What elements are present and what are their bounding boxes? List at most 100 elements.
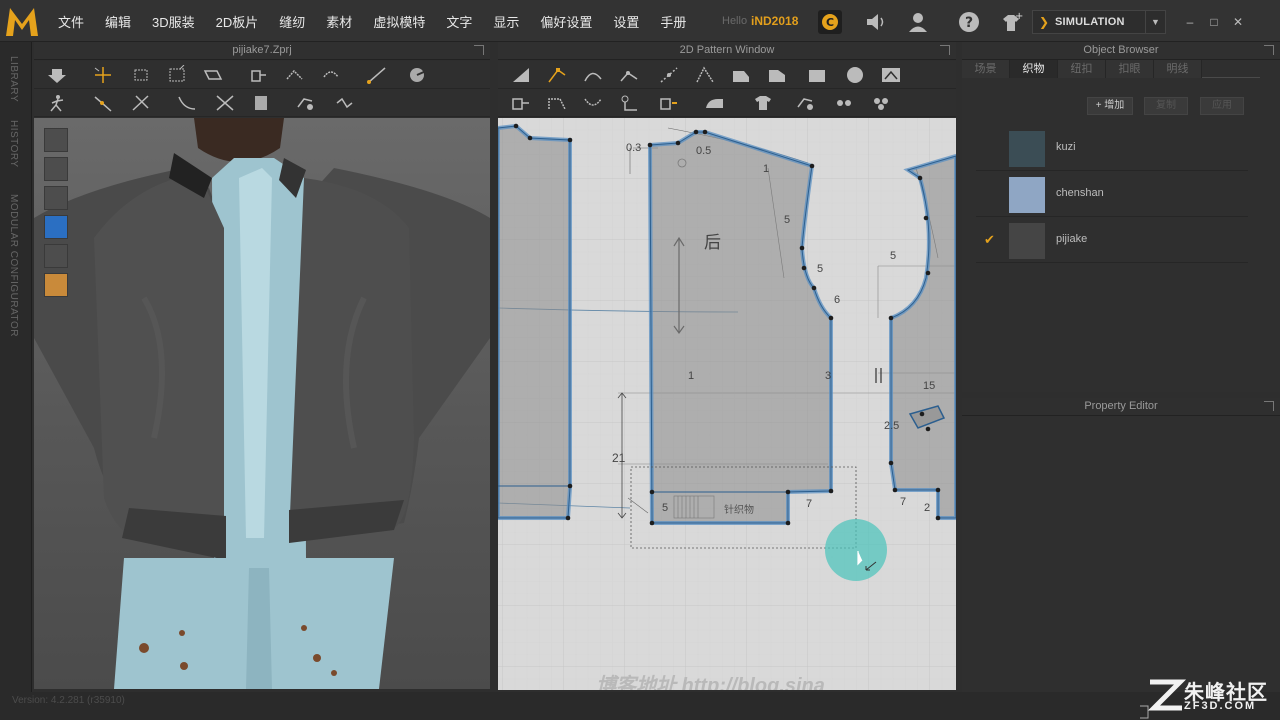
add-garment-icon[interactable]: +	[998, 9, 1024, 35]
maximize-panel-icon[interactable]	[1264, 45, 1274, 55]
pleat-icon[interactable]	[582, 93, 604, 113]
seam-allowance-icon[interactable]	[510, 93, 532, 113]
transform-pattern-icon[interactable]	[510, 65, 532, 85]
edit-curve-icon[interactable]	[176, 93, 198, 113]
pattern-label: 5	[784, 214, 791, 226]
maximize-panel-icon[interactable]	[940, 45, 950, 55]
object-browser-title: Object Browser	[1083, 44, 1159, 56]
menu-text[interactable]: 文字	[446, 12, 472, 31]
close-icon[interactable]: ✕	[1232, 16, 1244, 28]
hide-avatar-icon[interactable]	[44, 244, 68, 268]
buttonhole-icon[interactable]	[834, 93, 856, 113]
tab-topstitch[interactable]: 明线	[1154, 60, 1202, 78]
tab-scene[interactable]: 场景	[962, 60, 1010, 78]
viewport-3d[interactable]	[34, 118, 490, 689]
menu-settings[interactable]: 设置	[613, 12, 639, 31]
add-fabric-button[interactable]: + 增加	[1087, 97, 1133, 115]
tab-fabric[interactable]: 织物	[1010, 60, 1058, 78]
dart-icon[interactable]	[546, 93, 568, 113]
username[interactable]: iND2018	[751, 14, 798, 28]
menu-3d-garment[interactable]: 3D服装	[152, 12, 195, 31]
fold-icon[interactable]	[202, 65, 224, 85]
menu-manual[interactable]: 手册	[660, 12, 686, 31]
button-pattern-icon[interactable]	[794, 93, 816, 113]
pattern-label: 15	[923, 380, 936, 392]
chevron-down-icon[interactable]: ▼	[1145, 11, 1165, 33]
show-avatar-icon[interactable]	[44, 186, 68, 210]
select-move-icon[interactable]	[92, 65, 114, 85]
pattern-label: 2.5	[884, 420, 900, 432]
avatar-pose-icon[interactable]	[46, 93, 68, 113]
tab-library[interactable]: LIBRARY	[8, 56, 19, 102]
speaker-icon[interactable]	[862, 9, 888, 35]
add-point-icon[interactable]	[618, 65, 640, 85]
fabric-item-pijiake[interactable]: ✔ pijiake	[976, 219, 1248, 263]
app-window: 文件 编辑 3D服装 2D板片 缝纫 素材 虚拟模特 文字 显示 偏好设置 设置…	[0, 0, 1280, 720]
maximize-panel-icon[interactable]	[474, 45, 484, 55]
menu-avatar[interactable]: 虚拟模特	[373, 12, 425, 31]
fabric-item-chenshan[interactable]: chenshan	[976, 173, 1248, 217]
show-garment-icon[interactable]	[44, 128, 68, 152]
sew-free-icon[interactable]	[130, 93, 152, 113]
avatar-user-icon[interactable]	[905, 9, 931, 35]
tab-modular-configurator[interactable]: MODULAR CONFIGURATOR	[8, 194, 19, 337]
edit-curvature-icon[interactable]	[658, 65, 680, 85]
menu-2d-pattern[interactable]: 2D板片	[216, 12, 259, 31]
move-down-icon[interactable]	[46, 65, 68, 85]
texture-mode-icon[interactable]	[44, 215, 68, 239]
skin-mode-icon[interactable]	[44, 273, 68, 297]
simulation-label: SIMULATION	[1055, 16, 1125, 28]
menu-materials[interactable]: 素材	[326, 12, 352, 31]
fabric-icon[interactable]	[250, 93, 272, 113]
pattern-window-2d[interactable]: 0.3 0.5 1 5 5 6 后 1 21 5 7 针织物 5 3 15 2.…	[498, 118, 956, 690]
extend-line-icon[interactable]	[694, 65, 716, 85]
apply-fabric-button[interactable]: 应用	[1200, 97, 1244, 115]
fabric-swatch	[1009, 223, 1045, 259]
maximize-panel-icon[interactable]	[1264, 401, 1274, 411]
help-icon[interactable]: ?	[956, 9, 982, 35]
select-box-icon[interactable]	[130, 65, 152, 85]
fabric-swatch	[1009, 131, 1045, 167]
pin-icon[interactable]	[248, 65, 270, 85]
transform-icon[interactable]	[166, 64, 188, 85]
menu-display[interactable]: 显示	[493, 12, 519, 31]
copy-fabric-button[interactable]: 复制	[1144, 97, 1188, 115]
menu-file[interactable]: 文件	[58, 12, 84, 31]
menu-sewing[interactable]: 缝纫	[279, 12, 305, 31]
garment-tshirt-icon[interactable]	[752, 93, 774, 113]
cut-icon[interactable]	[214, 93, 236, 113]
fabric-item-kuzi[interactable]: kuzi	[976, 127, 1248, 171]
topstitch-icon[interactable]	[870, 93, 892, 113]
hello-label: Hello	[722, 15, 748, 27]
curve-point-icon[interactable]	[582, 65, 604, 85]
tape-icon[interactable]	[406, 65, 428, 85]
simulation-button[interactable]: ❯ SIMULATION ▼	[1032, 10, 1166, 34]
segment-sewing-icon[interactable]	[658, 93, 680, 113]
menu-edit[interactable]: 编辑	[105, 12, 131, 31]
menu-preferences[interactable]: 偏好设置	[540, 12, 592, 31]
polygon-icon[interactable]	[766, 65, 788, 85]
tab-history[interactable]: HISTORY	[8, 120, 19, 168]
measure-icon[interactable]	[366, 65, 388, 85]
fold-arrange-icon[interactable]	[284, 65, 306, 85]
sew-segment-icon[interactable]	[92, 93, 114, 113]
iron-icon[interactable]	[704, 93, 726, 113]
pattern-label: 1	[688, 370, 695, 382]
minimize-icon[interactable]: –	[1184, 16, 1196, 28]
cloud-sync-icon[interactable]: C	[817, 9, 843, 35]
tab-button[interactable]: 纽扣	[1058, 60, 1106, 78]
tab-buttonhole[interactable]: 扣眼	[1106, 60, 1154, 78]
show-garment-solid-icon[interactable]	[44, 157, 68, 181]
notch-icon[interactable]	[618, 93, 640, 113]
button-tool-icon[interactable]	[294, 93, 316, 113]
svg-text:+: +	[1015, 11, 1023, 22]
maximize-icon[interactable]: □	[1208, 16, 1220, 28]
rectangle-pattern-icon[interactable]	[730, 65, 752, 85]
object-browser-header: Object Browser	[962, 42, 1280, 60]
rectangle-icon[interactable]	[806, 65, 828, 85]
rotate-icon[interactable]	[320, 65, 342, 85]
internal-shape-icon[interactable]	[880, 65, 902, 85]
zip-icon[interactable]	[334, 93, 356, 113]
circle-icon[interactable]	[844, 65, 866, 85]
edit-point-icon[interactable]	[546, 65, 568, 85]
